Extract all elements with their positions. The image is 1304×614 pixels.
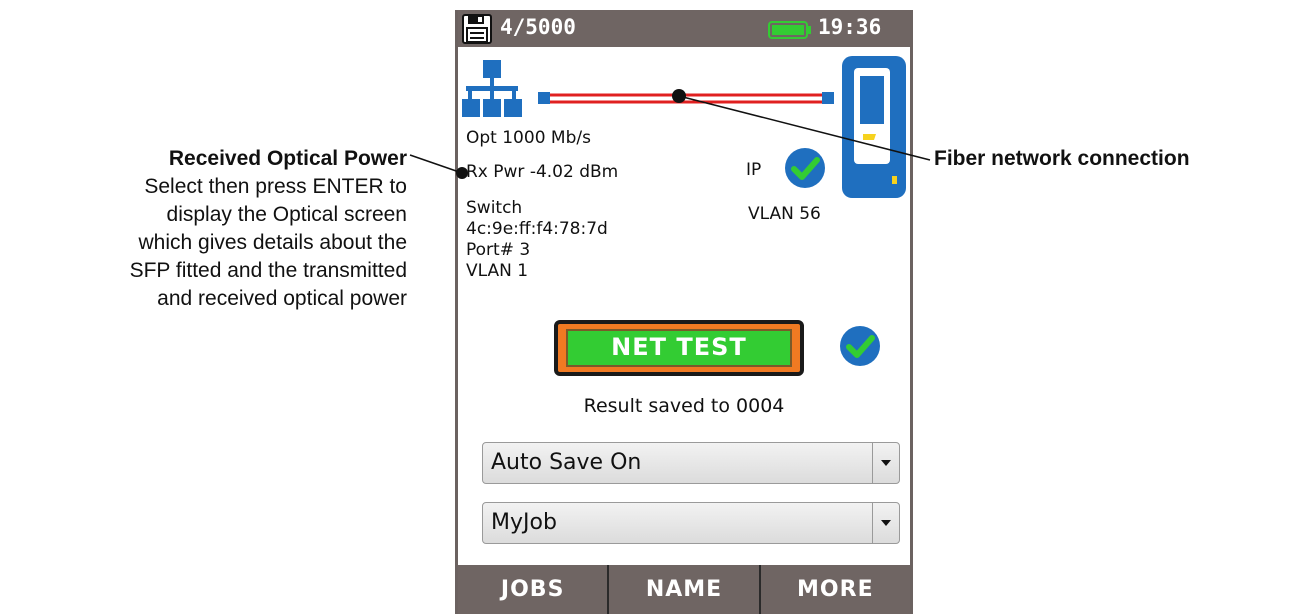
callout-leaders <box>409 89 931 179</box>
fiber-leader-line <box>678 95 931 161</box>
fiber-leader-dot <box>672 89 686 103</box>
rx-leader-dot <box>456 167 468 179</box>
rx-leader-line <box>409 154 463 174</box>
